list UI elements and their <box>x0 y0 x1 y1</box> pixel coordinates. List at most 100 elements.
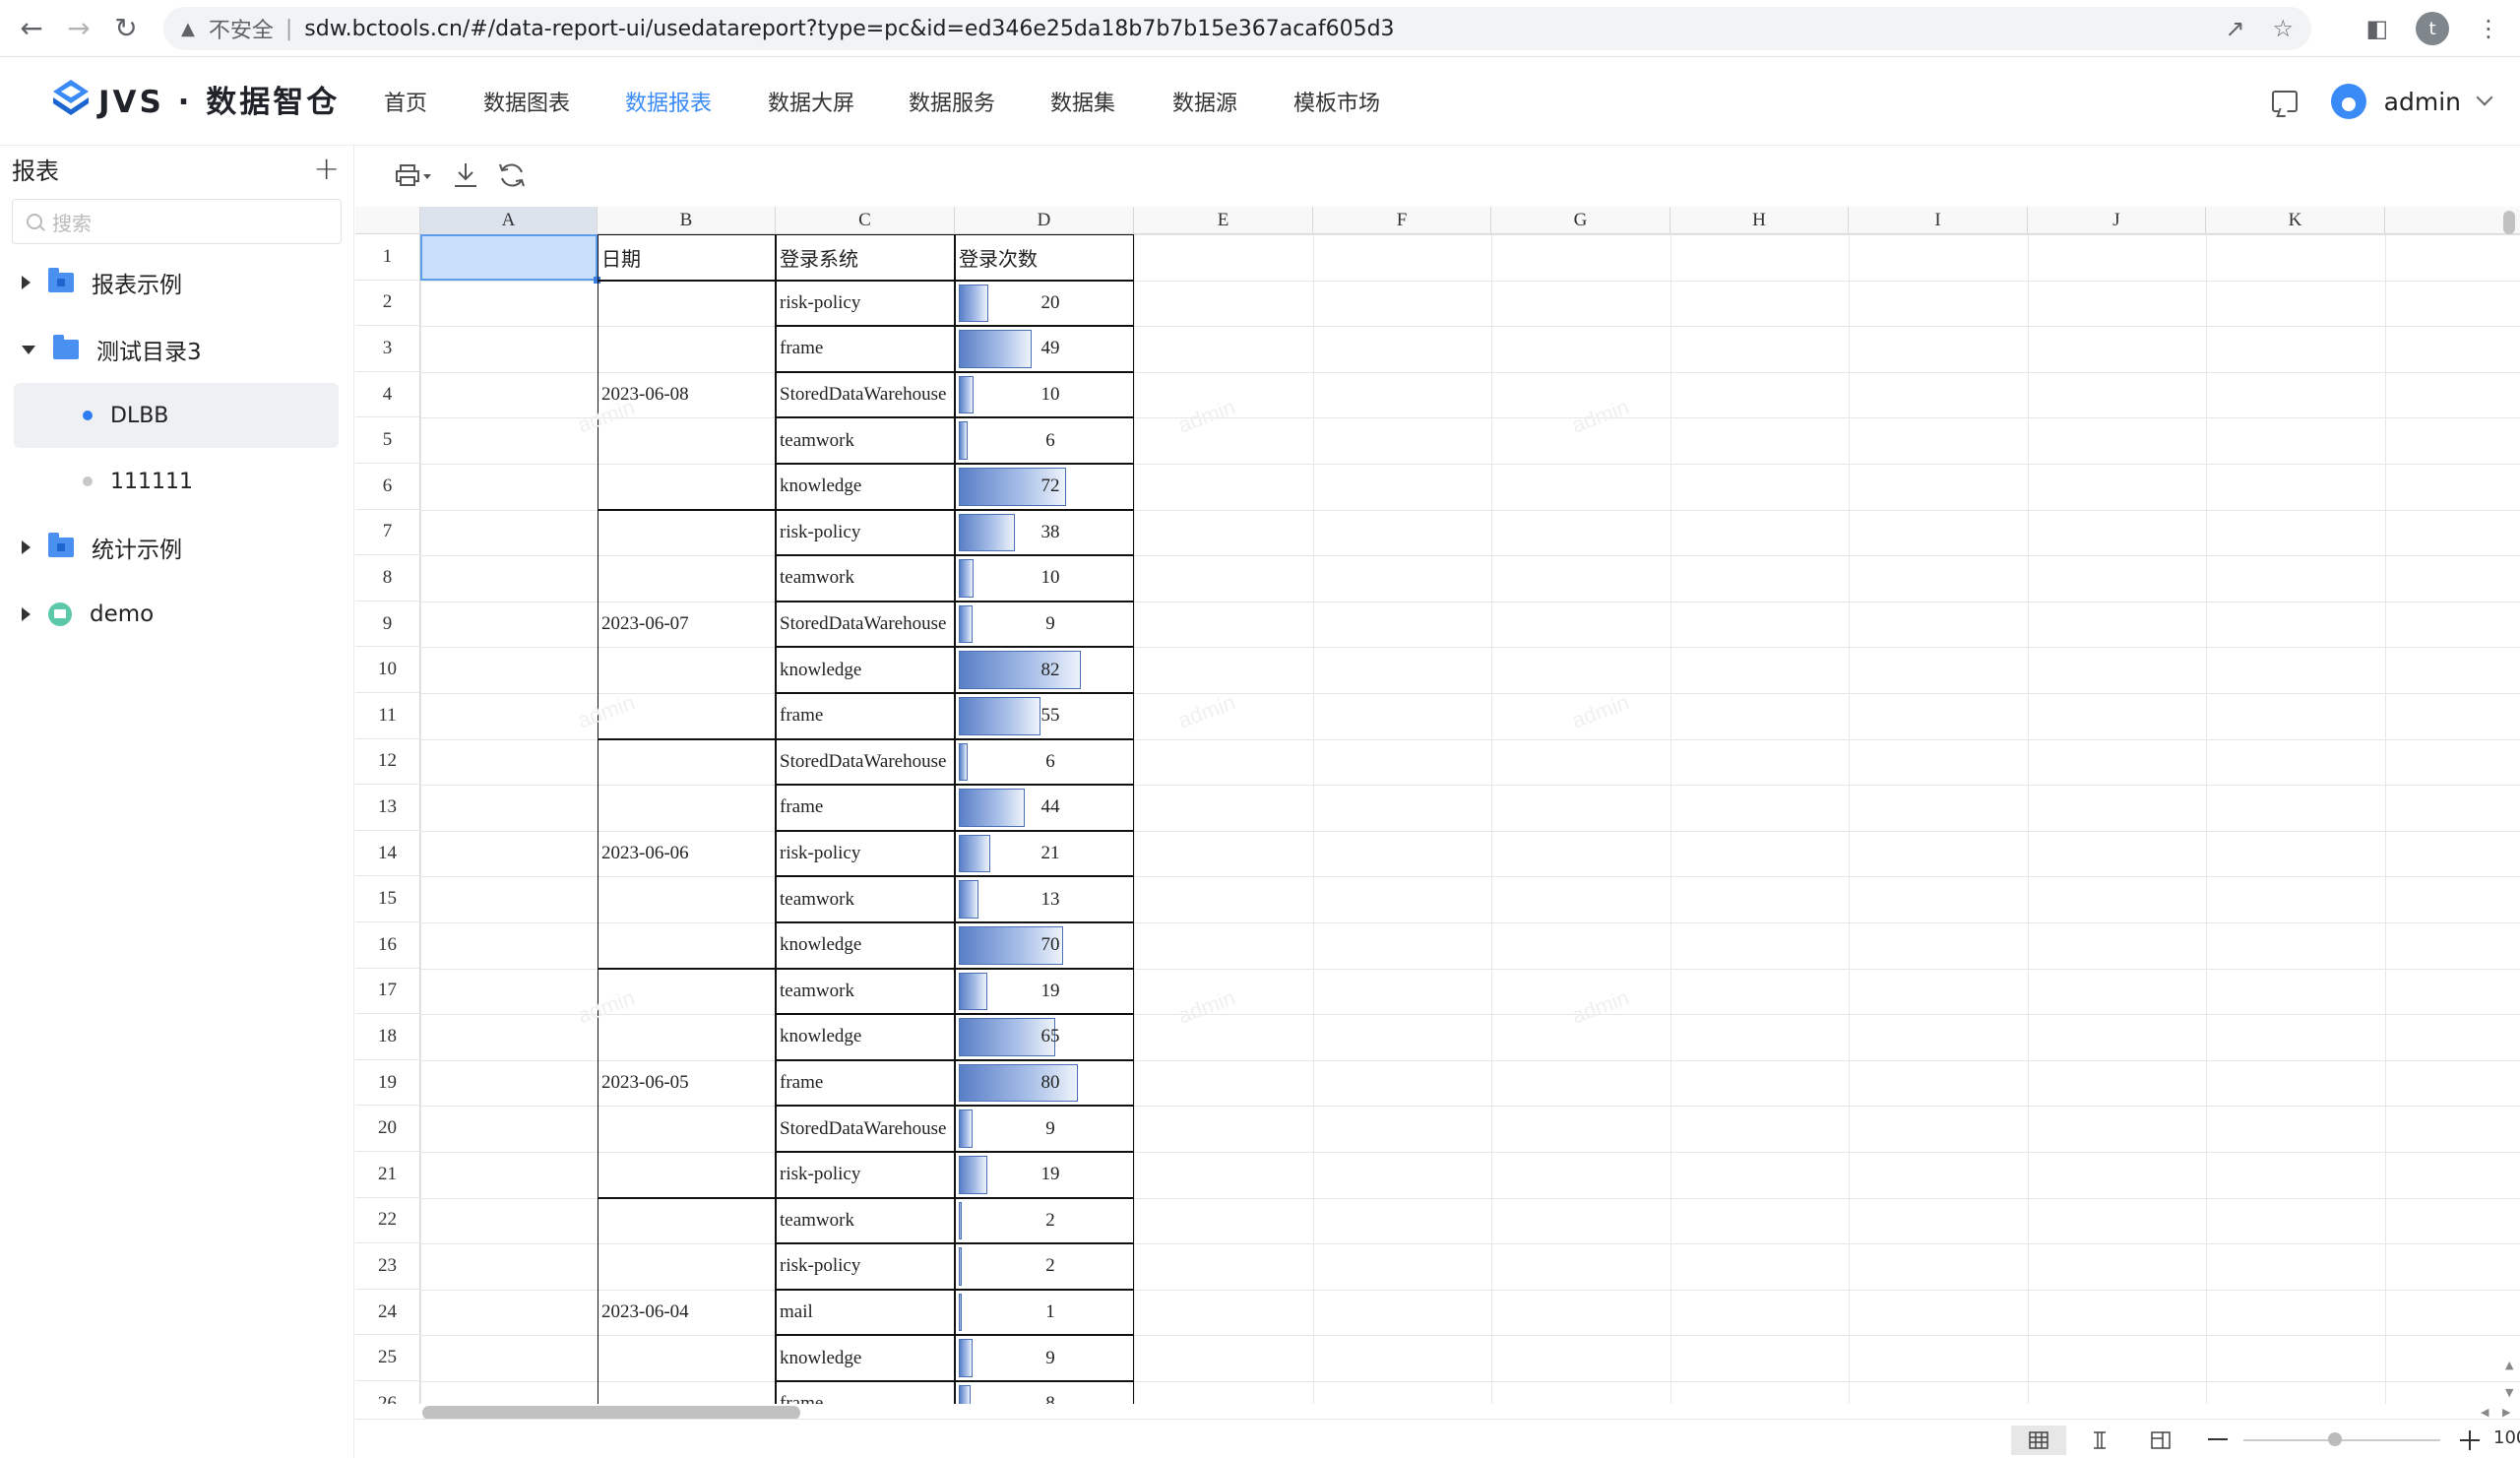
system-cell[interactable]: frame <box>780 785 953 831</box>
system-cell[interactable]: mail <box>780 1290 953 1336</box>
count-cell[interactable]: 13 <box>1034 876 1067 922</box>
caret-right-icon[interactable] <box>22 276 31 289</box>
system-cell[interactable]: teamwork <box>780 555 953 602</box>
address-bar[interactable]: ▲ 不安全 | sdw.bctools.cn/#/data-report-ui/… <box>163 7 2311 50</box>
column-header-I[interactable]: I <box>1849 207 2028 234</box>
row-header-22[interactable]: 22 <box>355 1197 420 1244</box>
count-cell[interactable]: 49 <box>1034 326 1067 372</box>
count-cell[interactable]: 44 <box>1034 785 1067 831</box>
download-button[interactable] <box>444 146 487 205</box>
row-header-6[interactable]: 6 <box>355 464 420 510</box>
system-cell[interactable]: frame <box>780 1060 953 1107</box>
system-cell[interactable]: knowledge <box>780 464 953 510</box>
zoom-slider-handle[interactable] <box>2328 1432 2342 1446</box>
system-cell[interactable]: StoredDataWarehouse <box>780 372 953 418</box>
system-cell[interactable]: knowledge <box>780 647 953 693</box>
print-button[interactable] <box>385 146 444 205</box>
count-cell[interactable]: 65 <box>1034 1014 1067 1060</box>
url-text[interactable]: sdw.bctools.cn/#/data-report-ui/usedatar… <box>304 17 1394 41</box>
row-header-10[interactable]: 10 <box>355 647 420 693</box>
caret-right-icon[interactable] <box>22 540 31 554</box>
date-cell[interactable]: 2023-06-04 <box>601 1198 689 1404</box>
count-cell[interactable]: 9 <box>1034 1106 1067 1152</box>
row-header-23[interactable]: 23 <box>355 1243 420 1290</box>
system-cell[interactable]: knowledge <box>780 1335 953 1381</box>
count-cell[interactable]: 2 <box>1034 1198 1067 1244</box>
nav-item-3[interactable]: 数据大屏 <box>768 86 854 117</box>
system-cell[interactable]: frame <box>780 326 953 372</box>
nav-item-6[interactable]: 数据源 <box>1172 86 1237 117</box>
count-cell[interactable]: 1 <box>1034 1290 1067 1336</box>
column-header-J[interactable]: J <box>2028 207 2206 234</box>
caret-down-icon[interactable] <box>22 345 35 354</box>
header-cell-date[interactable]: 日期 <box>601 234 641 281</box>
system-cell[interactable]: StoredDataWarehouse <box>780 602 953 648</box>
count-cell[interactable]: 55 <box>1034 693 1067 739</box>
header-cell-system[interactable]: 登录系统 <box>780 234 858 281</box>
count-cell[interactable]: 2 <box>1034 1243 1067 1290</box>
bookmark-star-icon[interactable]: ☆ <box>2272 15 2294 42</box>
back-arrow-icon[interactable]: ← <box>8 5 55 52</box>
column-header-C[interactable]: C <box>776 207 955 234</box>
row-header-5[interactable]: 5 <box>355 417 420 464</box>
count-cell[interactable]: 10 <box>1034 555 1067 602</box>
row-header-19[interactable]: 19 <box>355 1059 420 1107</box>
system-cell[interactable]: StoredDataWarehouse <box>780 1106 953 1152</box>
scroll-down-icon[interactable]: ▼ <box>2505 1386 2513 1399</box>
system-cell[interactable]: risk-policy <box>780 1243 953 1290</box>
forward-arrow-icon[interactable]: → <box>55 5 102 52</box>
message-icon[interactable] <box>2271 91 2298 112</box>
user-name[interactable]: admin <box>2384 88 2461 116</box>
column-header-K[interactable]: K <box>2206 207 2385 234</box>
count-cell[interactable]: 72 <box>1034 464 1067 510</box>
count-cell[interactable]: 8 <box>1034 1381 1067 1404</box>
row-header-1[interactable]: 1 <box>355 234 420 281</box>
row-header-17[interactable]: 17 <box>355 968 420 1015</box>
count-cell[interactable]: 21 <box>1034 831 1067 877</box>
row-header-3[interactable]: 3 <box>355 326 420 372</box>
count-cell[interactable]: 70 <box>1034 922 1067 969</box>
tree-folder-test-dir[interactable]: 测试目录3 <box>0 317 354 382</box>
system-cell[interactable]: frame <box>780 1381 953 1404</box>
nav-item-2[interactable]: 数据报表 <box>625 86 712 117</box>
system-cell[interactable]: risk-policy <box>780 1152 953 1198</box>
date-cell[interactable]: 2023-06-07 <box>601 510 689 739</box>
system-cell[interactable]: teamwork <box>780 417 953 464</box>
row-header-9[interactable]: 9 <box>355 601 420 648</box>
count-cell[interactable]: 20 <box>1034 281 1067 327</box>
system-cell[interactable]: teamwork <box>780 969 953 1015</box>
column-header-F[interactable]: F <box>1313 207 1491 234</box>
chevron-down-icon[interactable] <box>2476 89 2493 106</box>
count-cell[interactable]: 10 <box>1034 372 1067 418</box>
tree-leaf-111111[interactable]: 111111 <box>14 449 339 514</box>
date-cell[interactable]: 2023-06-08 <box>601 281 689 510</box>
select-all-corner[interactable] <box>355 207 420 234</box>
nav-item-1[interactable]: 数据图表 <box>483 86 570 117</box>
horizontal-scrollbar[interactable] <box>422 1406 800 1420</box>
system-cell[interactable]: knowledge <box>780 1014 953 1060</box>
system-cell[interactable]: teamwork <box>780 1198 953 1244</box>
add-report-button[interactable]: + <box>313 153 340 184</box>
row-header-26[interactable]: 26 <box>355 1381 420 1404</box>
spreadsheet[interactable]: A B C D E F G H I J K 1 2 3 4 5 6 7 8 9 10 11 12 13 14 15 16 17 18 19… <box>355 207 2520 1404</box>
system-cell[interactable]: frame <box>780 693 953 739</box>
count-cell[interactable]: 9 <box>1034 1335 1067 1381</box>
count-cell[interactable]: 80 <box>1034 1060 1067 1107</box>
system-cell[interactable]: risk-policy <box>780 281 953 327</box>
count-cell[interactable]: 9 <box>1034 602 1067 648</box>
system-cell[interactable]: risk-policy <box>780 510 953 556</box>
row-header-4[interactable]: 4 <box>355 371 420 418</box>
system-cell[interactable]: StoredDataWarehouse <box>780 739 953 786</box>
page-preview-button[interactable] <box>2133 1426 2188 1455</box>
scroll-up-icon[interactable]: ▲ <box>2505 1359 2513 1371</box>
count-cell[interactable]: 19 <box>1034 1152 1067 1198</box>
header-cell-count[interactable]: 登录次数 <box>959 234 1038 281</box>
tree-app-demo[interactable]: demo <box>0 582 354 647</box>
normal-view-button[interactable] <box>2011 1426 2066 1455</box>
sidebar-search-input[interactable]: 搜索 <box>12 199 342 244</box>
row-header-2[interactable]: 2 <box>355 280 420 327</box>
tree-folder-stat-examples[interactable]: 统计示例 <box>0 515 354 580</box>
column-header-B[interactable]: B <box>598 207 776 234</box>
count-cell[interactable]: 38 <box>1034 510 1067 556</box>
reload-icon[interactable]: ↻ <box>102 5 150 52</box>
